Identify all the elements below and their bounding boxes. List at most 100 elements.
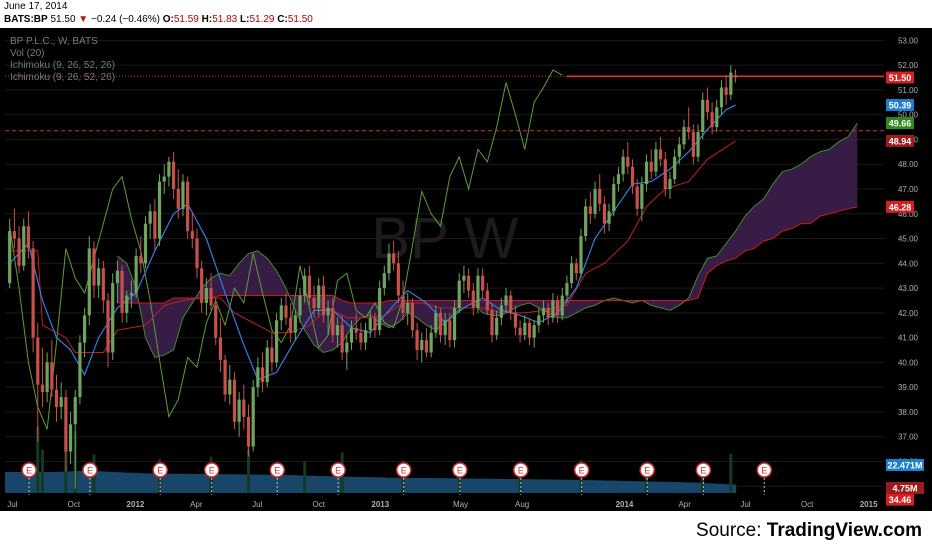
- candle-body[interactable]: [523, 322, 527, 336]
- candle-body[interactable]: [200, 268, 204, 303]
- candle-body[interactable]: [363, 330, 368, 343]
- candle-body[interactable]: [83, 315, 87, 343]
- candle-body[interactable]: [555, 300, 560, 316]
- candle-body[interactable]: [682, 127, 686, 145]
- candle-body[interactable]: [462, 275, 466, 281]
- candle-body[interactable]: [275, 320, 279, 363]
- candle-body[interactable]: [630, 166, 635, 187]
- candle-body[interactable]: [270, 347, 274, 363]
- candle-body[interactable]: [228, 379, 232, 395]
- candle-body[interactable]: [546, 307, 550, 318]
- candle-body[interactable]: [279, 305, 283, 321]
- candle-body[interactable]: [139, 255, 143, 264]
- candle-body[interactable]: [223, 359, 227, 395]
- candle-body[interactable]: [153, 211, 157, 239]
- candle-body[interactable]: [710, 112, 714, 128]
- candle-body[interactable]: [54, 389, 59, 407]
- candle-body[interactable]: [354, 327, 358, 333]
- candle-body[interactable]: [668, 179, 672, 189]
- candle-body[interactable]: [87, 248, 91, 316]
- candle-body[interactable]: [312, 297, 316, 308]
- candle-body[interactable]: [317, 285, 321, 308]
- candle-body[interactable]: [574, 263, 578, 274]
- candle-body[interactable]: [392, 253, 396, 264]
- candle-body[interactable]: [246, 416, 251, 447]
- candle-body[interactable]: [349, 327, 354, 343]
- candle-body[interactable]: [78, 342, 82, 398]
- candle-body[interactable]: [176, 189, 180, 209]
- candle-body[interactable]: [31, 248, 35, 338]
- candle-body[interactable]: [125, 295, 129, 313]
- candle-body[interactable]: [429, 332, 433, 353]
- candle-body[interactable]: [537, 315, 541, 326]
- candle-body[interactable]: [424, 340, 429, 353]
- candle-body[interactable]: [181, 181, 185, 209]
- candle-body[interactable]: [504, 295, 508, 306]
- candle-body[interactable]: [466, 275, 471, 291]
- candle-body[interactable]: [509, 295, 513, 313]
- candle-body[interactable]: [733, 75, 738, 78]
- candle-body[interactable]: [691, 132, 695, 157]
- price-chart[interactable]: BP W EEEEEEEEEEEEE BP P.L.C., W, BATS Vo…: [0, 28, 932, 518]
- candle-body[interactable]: [303, 275, 307, 296]
- candle-body[interactable]: [378, 288, 382, 331]
- candle-body[interactable]: [36, 337, 40, 385]
- candle-body[interactable]: [101, 268, 105, 301]
- candle-body[interactable]: [621, 156, 625, 175]
- candle-body[interactable]: [326, 307, 330, 316]
- candle-body[interactable]: [579, 236, 583, 274]
- candle-body[interactable]: [724, 87, 728, 95]
- candle-body[interactable]: [232, 379, 237, 422]
- candle-body[interactable]: [190, 231, 194, 239]
- candle-body[interactable]: [584, 206, 588, 237]
- candle-body[interactable]: [687, 127, 691, 133]
- candle-body[interactable]: [115, 270, 119, 284]
- candle-body[interactable]: [663, 159, 667, 189]
- candle-body[interactable]: [452, 307, 457, 341]
- candle-body[interactable]: [649, 161, 653, 172]
- candle-body[interactable]: [368, 317, 372, 331]
- candle-body[interactable]: [607, 211, 611, 224]
- candle-body[interactable]: [658, 149, 663, 160]
- candle-body[interactable]: [17, 238, 21, 266]
- candle-body[interactable]: [612, 184, 616, 212]
- candle-body[interactable]: [106, 300, 110, 353]
- candle-body[interactable]: [387, 253, 391, 274]
- candle-body[interactable]: [471, 290, 475, 308]
- candle-body[interactable]: [143, 223, 148, 264]
- candle-body[interactable]: [335, 325, 340, 336]
- candle-body[interactable]: [495, 317, 499, 336]
- candle-body[interactable]: [120, 270, 124, 313]
- candle-body[interactable]: [443, 320, 447, 336]
- candle-body[interactable]: [22, 226, 26, 266]
- candle-body[interactable]: [321, 285, 326, 316]
- candle-body[interactable]: [171, 161, 176, 189]
- candle-body[interactable]: [50, 362, 54, 390]
- candle-body[interactable]: [293, 315, 297, 333]
- candle-body[interactable]: [541, 307, 546, 316]
- candle-body[interactable]: [64, 397, 68, 452]
- candle-body[interactable]: [448, 320, 452, 341]
- candle-body[interactable]: [242, 399, 246, 417]
- candle-body[interactable]: [729, 72, 733, 95]
- candle-body[interactable]: [251, 387, 255, 447]
- candle-body[interactable]: [570, 263, 574, 284]
- candle-body[interactable]: [499, 305, 503, 318]
- candle-body[interactable]: [532, 325, 536, 338]
- candle-body[interactable]: [635, 186, 639, 209]
- candle-body[interactable]: [298, 295, 302, 316]
- candle-body[interactable]: [8, 231, 12, 284]
- candle-body[interactable]: [59, 397, 63, 407]
- candle-body[interactable]: [616, 174, 621, 185]
- candle-body[interactable]: [420, 340, 424, 350]
- candle-body[interactable]: [382, 273, 386, 289]
- candle-body[interactable]: [214, 305, 218, 338]
- candle-body[interactable]: [719, 87, 724, 108]
- candle-body[interactable]: [40, 384, 45, 393]
- candle-body[interactable]: [186, 181, 190, 232]
- candle-body[interactable]: [340, 325, 344, 353]
- candle-body[interactable]: [45, 362, 49, 393]
- candle-body[interactable]: [265, 347, 269, 383]
- candle-body[interactable]: [565, 283, 569, 296]
- candle-body[interactable]: [673, 156, 677, 180]
